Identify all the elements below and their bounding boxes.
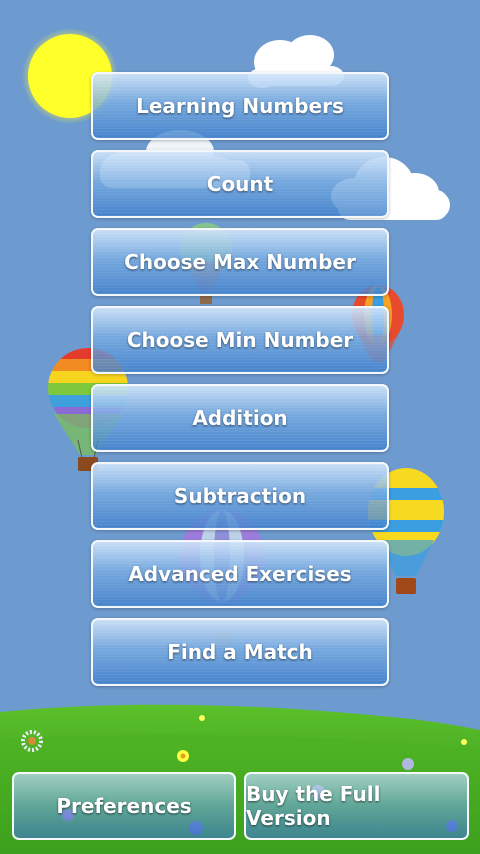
find-a-match-button[interactable]: Find a Match bbox=[91, 618, 389, 686]
count-button[interactable]: Count bbox=[91, 150, 389, 218]
addition-button[interactable]: Addition bbox=[91, 384, 389, 452]
flower-icon bbox=[177, 750, 189, 762]
flower-icon bbox=[402, 758, 414, 770]
flower-icon bbox=[199, 715, 205, 721]
flower-icon bbox=[461, 739, 467, 745]
choose-min-number-button[interactable]: Choose Min Number bbox=[91, 306, 389, 374]
advanced-exercises-button[interactable]: Advanced Exercises bbox=[91, 540, 389, 608]
buy-full-version-button[interactable]: Buy the Full Version bbox=[244, 772, 469, 840]
choose-max-number-button[interactable]: Choose Max Number bbox=[91, 228, 389, 296]
subtraction-button[interactable]: Subtraction bbox=[91, 462, 389, 530]
learning-numbers-button[interactable]: Learning Numbers bbox=[91, 72, 389, 140]
preferences-button[interactable]: Preferences bbox=[12, 772, 236, 840]
